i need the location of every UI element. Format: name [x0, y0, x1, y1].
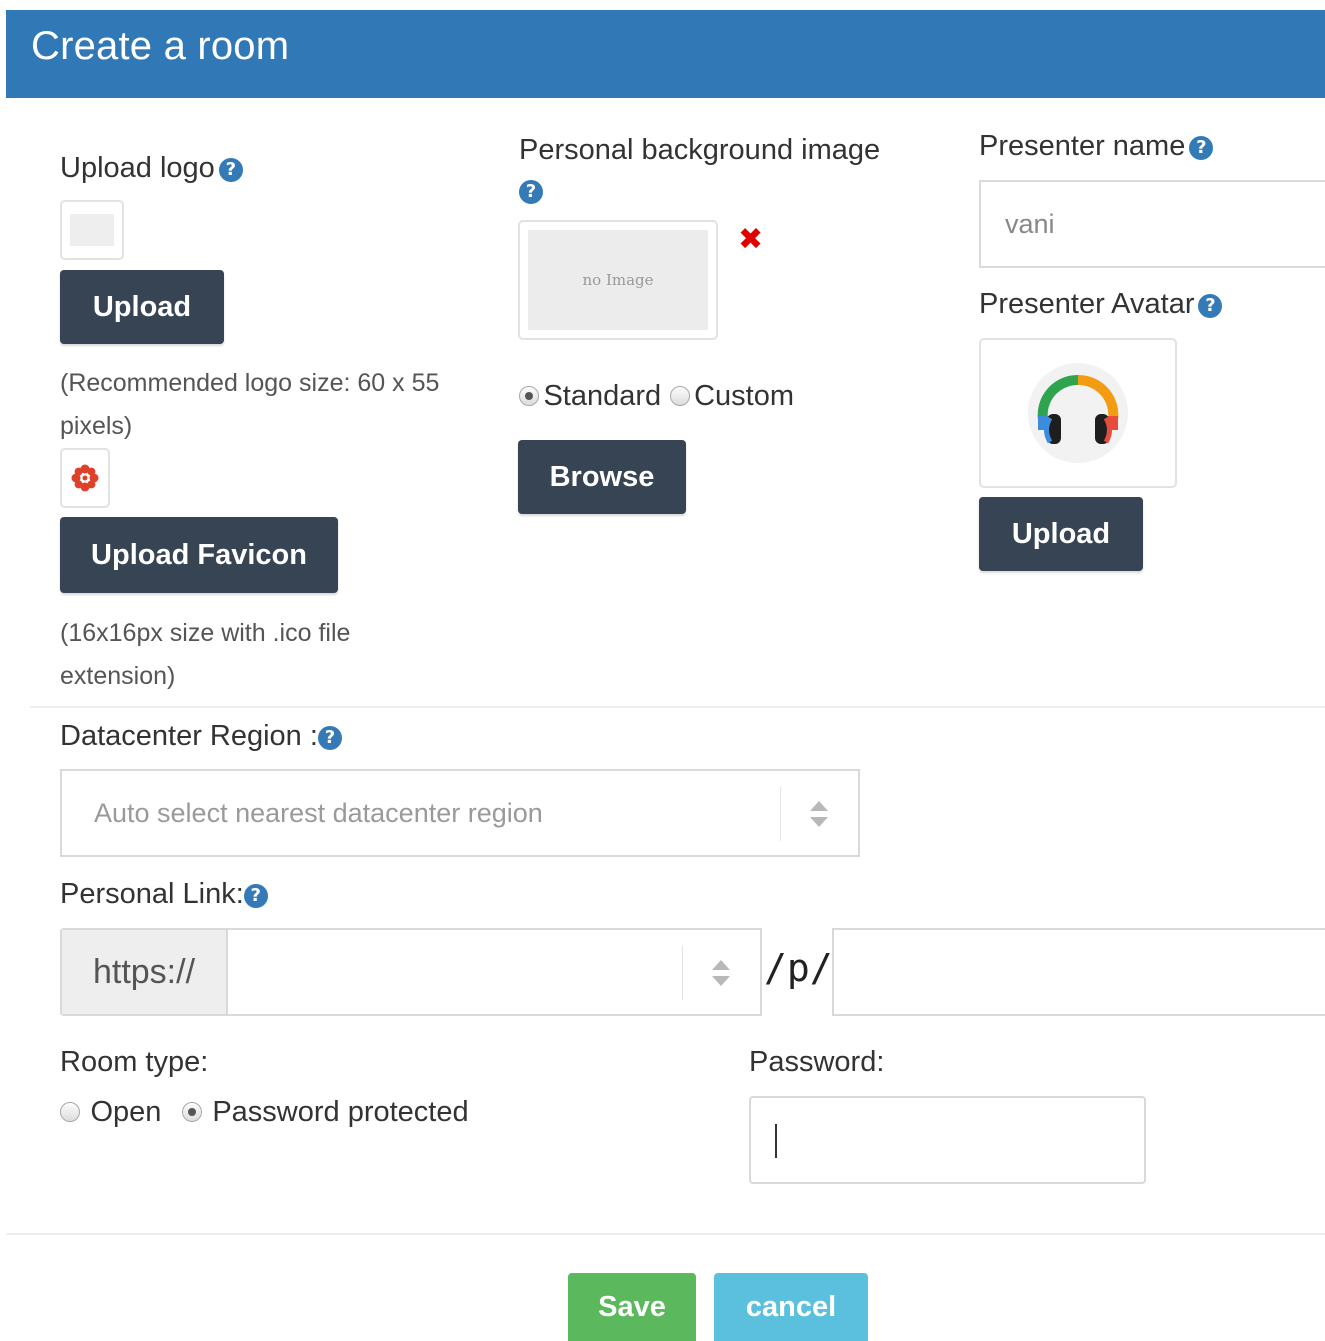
- help-icon[interactable]: ?: [519, 180, 543, 204]
- help-icon[interactable]: ?: [243, 884, 268, 908]
- no-image-text: no Image: [582, 271, 654, 289]
- radio-custom-label: Custom: [694, 380, 794, 412]
- logo-size-note: (Recommended logo size: 60 x 55 pixels): [60, 369, 440, 440]
- avatar-thumbnail: [979, 338, 1177, 488]
- favicon-flower-icon: [71, 464, 99, 492]
- room-type-label: Room type:: [60, 1046, 209, 1078]
- browse-button[interactable]: Browse: [518, 440, 686, 514]
- presenter-avatar-label: Presenter Avatar?: [979, 288, 1223, 321]
- no-image-placeholder: no Image: [528, 230, 708, 330]
- help-icon[interactable]: ?: [218, 158, 243, 182]
- presenter-name-value: vani: [1005, 209, 1055, 239]
- personal-link-label: Personal Link:?: [60, 878, 268, 911]
- help-icon[interactable]: ?: [1198, 294, 1223, 318]
- upload-logo-label: Upload logo?: [60, 152, 243, 185]
- radio-password-protected-label: Password protected: [212, 1096, 469, 1128]
- favicon-thumbnail: [60, 448, 110, 508]
- datacenter-select[interactable]: Auto select nearest datacenter region: [60, 769, 860, 857]
- help-icon[interactable]: ?: [317, 726, 342, 750]
- upload-logo-label-text: Upload logo: [60, 152, 215, 184]
- radio-standard-label: Standard: [543, 380, 662, 412]
- presenter-name-input[interactable]: vani: [979, 180, 1325, 268]
- presenter-avatar-label-text: Presenter Avatar: [979, 288, 1195, 320]
- protocol-text: https://: [92, 952, 196, 991]
- logo-placeholder-image: [70, 214, 114, 246]
- password-label: Password:: [749, 1046, 885, 1078]
- favicon-size-note: (16x16px size with .ico file extension): [60, 619, 351, 690]
- select-separator: [780, 787, 781, 841]
- save-button[interactable]: Save: [568, 1273, 696, 1341]
- radio-password-protected[interactable]: [181, 1102, 202, 1122]
- radio-custom[interactable]: [669, 386, 690, 406]
- remove-icon[interactable]: ✖: [738, 222, 763, 257]
- logo-thumbnail: [60, 200, 124, 260]
- upload-avatar-button[interactable]: Upload: [979, 497, 1143, 571]
- upload-logo-button[interactable]: Upload: [60, 270, 224, 344]
- footer-divider: [6, 1233, 1325, 1235]
- select-separator: [682, 946, 683, 1000]
- presenter-name-label-text: Presenter name: [979, 130, 1186, 162]
- radio-open-label: Open: [90, 1096, 162, 1128]
- radio-open[interactable]: [60, 1102, 80, 1122]
- presenter-name-label: Presenter name?: [979, 130, 1214, 163]
- background-image-label-text: Personal background image: [519, 134, 881, 166]
- personal-link-label-text: Personal Link:: [60, 878, 244, 910]
- datacenter-label-text: Datacenter Region :: [60, 720, 318, 752]
- domain-select[interactable]: https://: [60, 928, 762, 1016]
- headphones-avatar-icon: [1028, 363, 1128, 463]
- background-thumbnail: no Image: [518, 220, 718, 340]
- modal-title: Create a room: [31, 24, 290, 68]
- radio-standard[interactable]: [519, 386, 539, 406]
- datacenter-selected-value: Auto select nearest datacenter region: [94, 798, 543, 828]
- modal-header: Create a room: [6, 10, 1325, 98]
- sort-arrows-icon: [810, 801, 828, 827]
- path-separator: /p/: [764, 946, 833, 990]
- upload-favicon-button[interactable]: Upload Favicon: [60, 517, 338, 593]
- sort-arrows-icon: [712, 960, 730, 986]
- cancel-button[interactable]: cancel: [714, 1273, 868, 1341]
- background-image-label: Personal background image?: [519, 130, 919, 210]
- text-cursor: [775, 1124, 777, 1158]
- room-type-radios: Open Password protected: [60, 1096, 469, 1129]
- datacenter-label: Datacenter Region :?: [60, 720, 342, 753]
- protocol-addon: https://: [62, 930, 228, 1014]
- help-icon[interactable]: ?: [1189, 136, 1214, 160]
- section-divider: [30, 706, 1325, 708]
- background-type-radios: Standard Custom: [519, 380, 794, 413]
- password-input[interactable]: [749, 1096, 1146, 1184]
- link-slug-input[interactable]: [832, 928, 1325, 1016]
